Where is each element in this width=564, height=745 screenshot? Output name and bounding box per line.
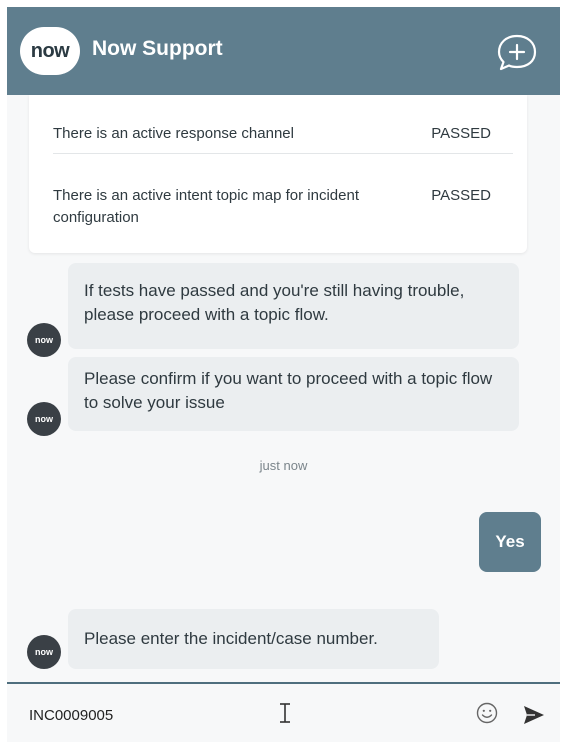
bot-avatar: now xyxy=(27,402,61,436)
message-input[interactable] xyxy=(27,700,431,730)
chat-plus-icon[interactable] xyxy=(496,33,538,73)
send-icon[interactable] xyxy=(522,704,546,726)
test-status: PASSED xyxy=(431,125,491,142)
test-status: PASSED xyxy=(431,187,491,204)
message-timestamp: just now xyxy=(259,458,308,473)
bot-message: Please enter the incident/case number. xyxy=(68,609,439,669)
bot-message: If tests have passed and you're still ha… xyxy=(68,263,519,349)
bot-avatar-label: now xyxy=(35,414,53,424)
test-results-card: There is an active response channel PASS… xyxy=(29,95,527,253)
test-name: There is an active intent topic map for … xyxy=(53,187,359,226)
logo-text: now xyxy=(30,39,70,62)
test-result-row: There is an active response channel PASS… xyxy=(53,123,513,154)
chat-header: now Now Support xyxy=(7,7,560,95)
bot-avatar-label: now xyxy=(35,647,53,657)
emoji-icon[interactable] xyxy=(476,702,498,724)
bot-avatar-label: now xyxy=(35,335,53,345)
chat-title: Now Support xyxy=(92,37,223,60)
chat-window: now Now Support There is an active respo… xyxy=(7,7,560,742)
message-input-bar xyxy=(7,682,560,742)
test-result-row: There is an active intent topic map for … xyxy=(53,185,513,235)
text-cursor-icon xyxy=(280,703,290,723)
bot-avatar: now xyxy=(27,323,61,357)
bot-avatar: now xyxy=(27,635,61,669)
user-message: Yes xyxy=(479,512,541,572)
test-name: There is an active response channel xyxy=(53,125,294,142)
now-logo: now xyxy=(20,27,80,75)
bot-message: Please confirm if you want to proceed wi… xyxy=(68,357,519,431)
